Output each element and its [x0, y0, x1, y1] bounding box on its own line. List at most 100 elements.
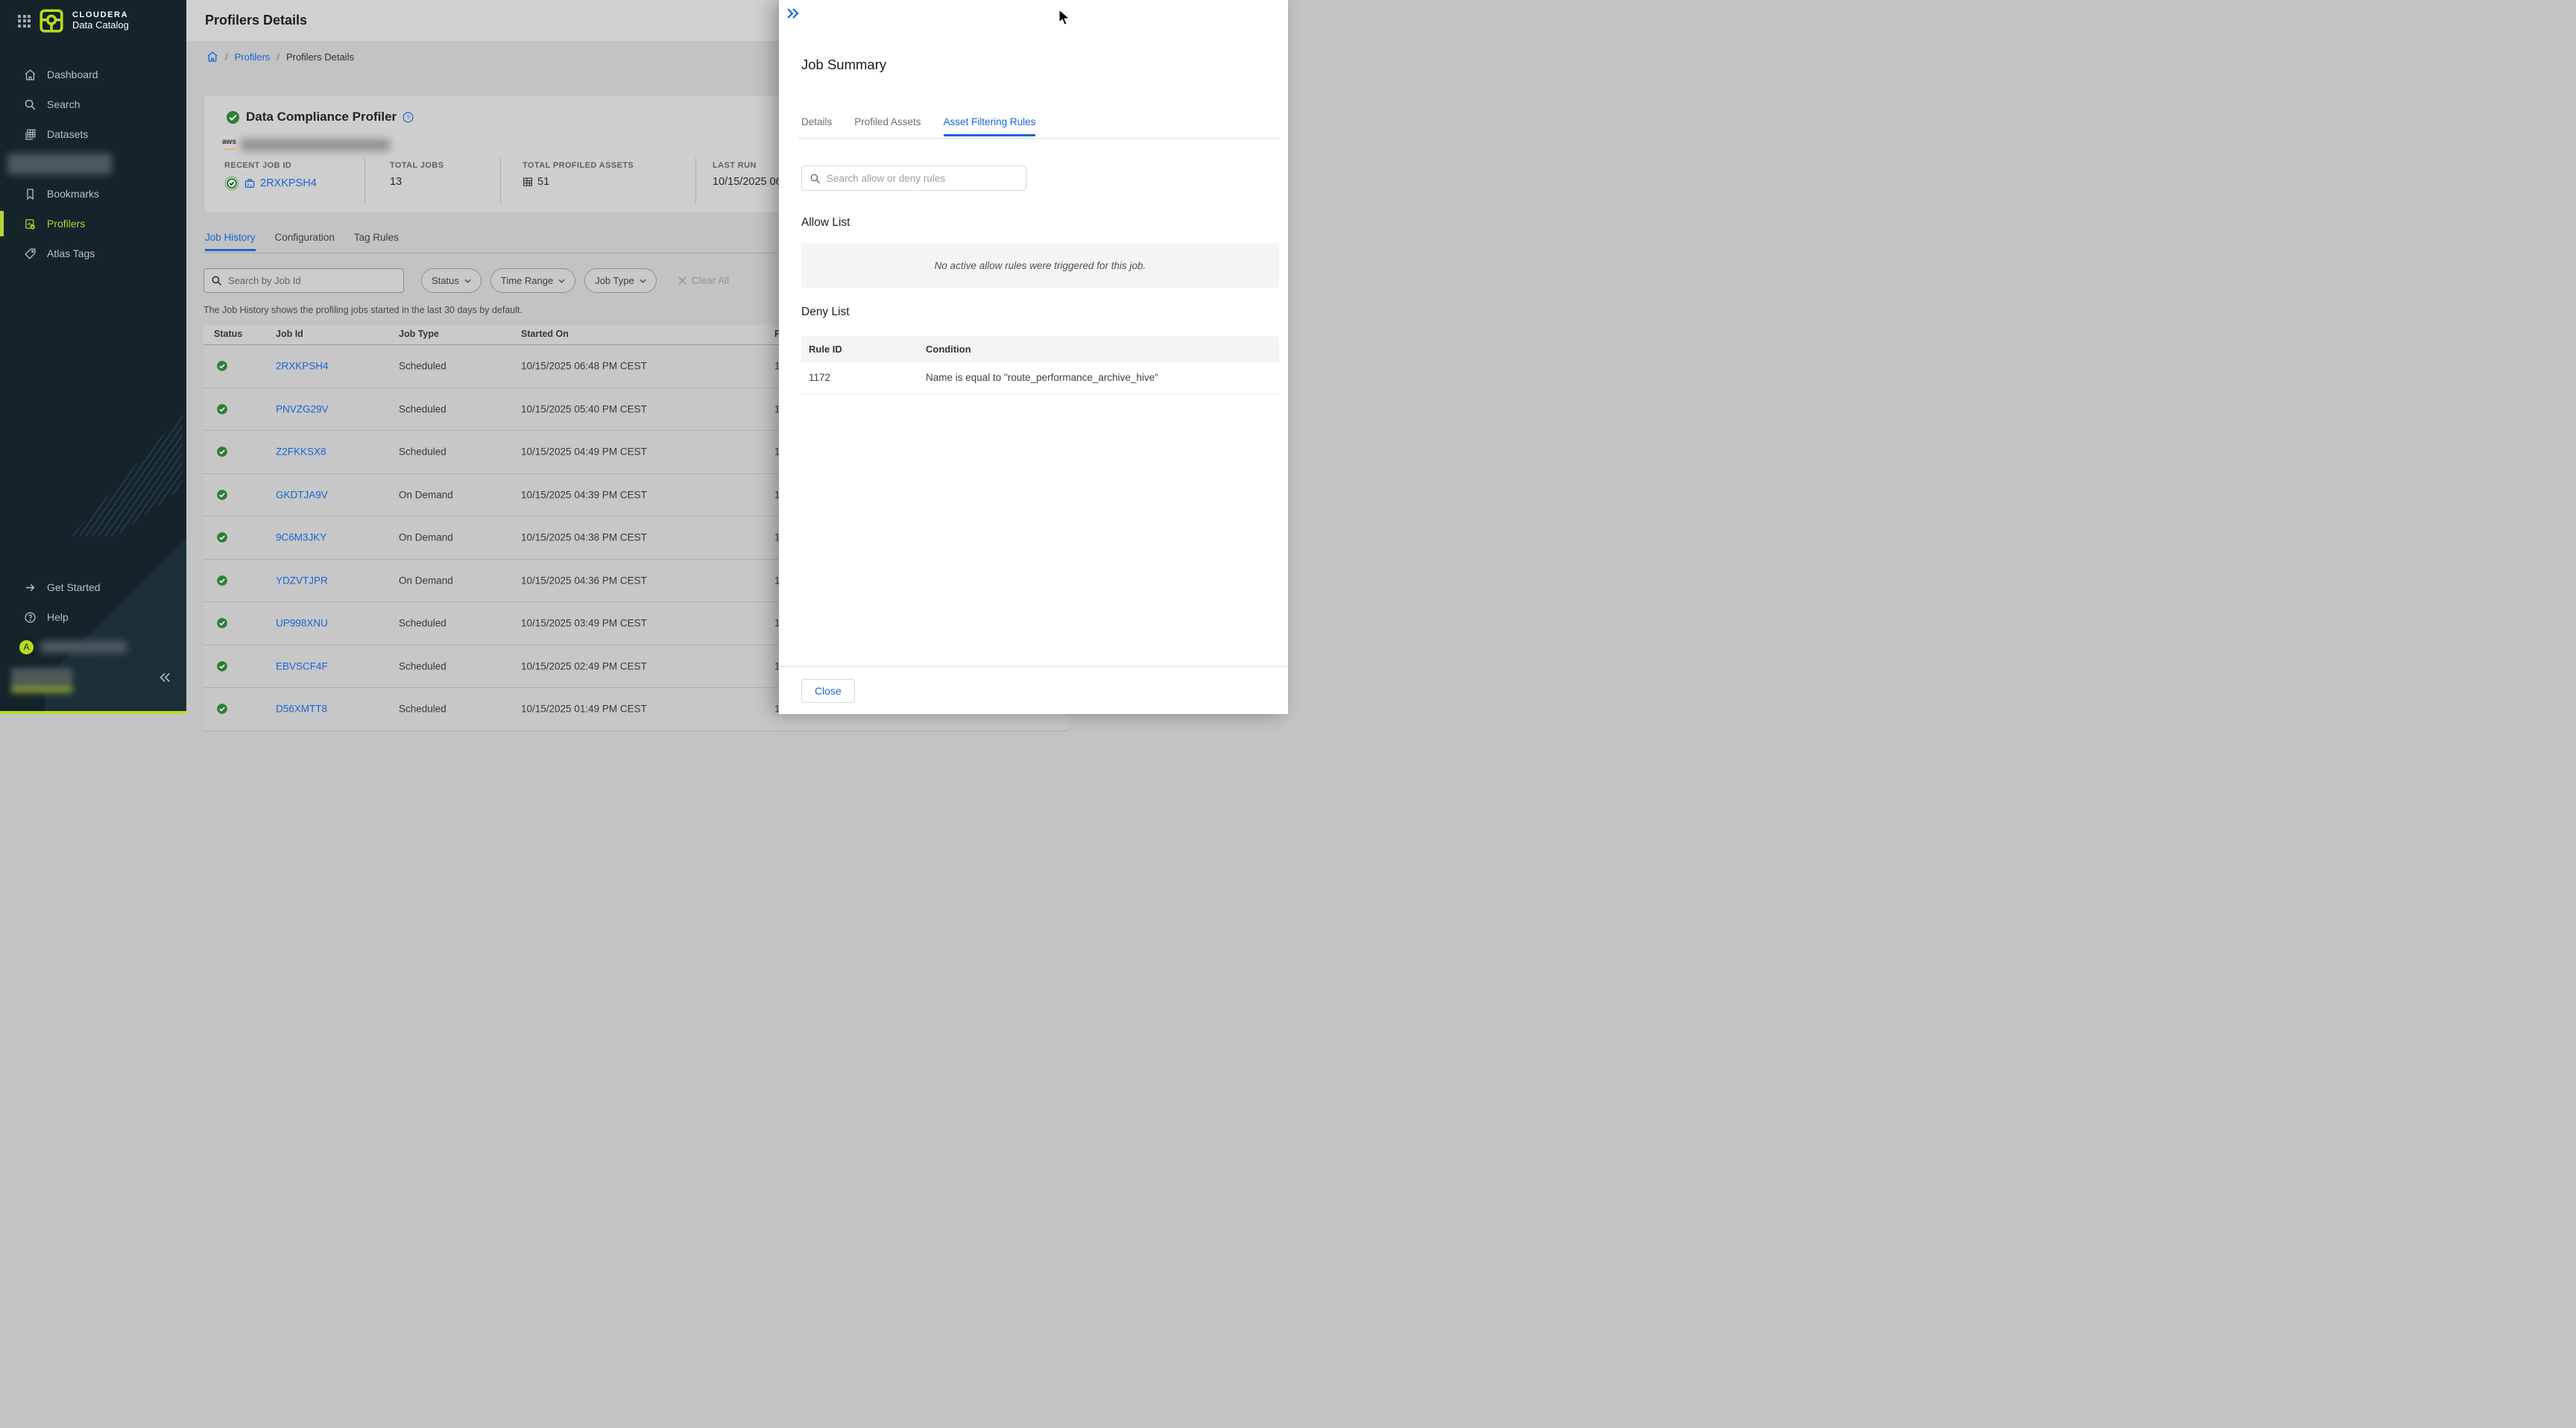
stat-value: 2RXKPSH4 [224, 176, 317, 191]
job-search-box[interactable] [203, 268, 404, 293]
filter-dropdown-status[interactable]: Status [421, 268, 482, 293]
tab-job-history[interactable]: Job History [205, 232, 256, 250]
stat-label: TOTAL JOBS [390, 161, 443, 170]
job-type-cell: On Demand [399, 532, 453, 543]
sidebar-item-datasets[interactable]: Datasets [0, 119, 186, 149]
avatar[interactable]: A [19, 640, 34, 654]
started-on-cell: 10/15/2025 06:48 PM CEST [521, 361, 647, 372]
sidebar-decoration-stripes [71, 414, 183, 537]
column-header-started-on: Started On [521, 329, 569, 339]
stat-label: TOTAL PROFILED ASSETS [523, 161, 634, 170]
app-switcher-icon[interactable] [18, 15, 31, 28]
clear-all-button[interactable]: Clear All [678, 275, 729, 286]
job-id-link[interactable]: D56XMTT8 [276, 704, 327, 715]
sidebar-item-search[interactable]: Search [0, 89, 186, 119]
rules-search-box[interactable] [801, 165, 1026, 191]
sidebar-item-profilers[interactable]: Profilers [0, 209, 186, 238]
filter-dropdown-label: Time Range [501, 275, 553, 286]
bookmark-icon [24, 188, 37, 200]
job-id-link[interactable]: GKDTJA9V [276, 489, 328, 500]
status-success-icon [214, 446, 228, 458]
started-on-cell: 10/15/2025 04:39 PM CEST [521, 489, 647, 500]
job-id-link[interactable]: 2RXKPSH4 [276, 361, 329, 372]
status-success-icon [214, 489, 228, 501]
profiler-icon [24, 218, 37, 230]
close-button[interactable]: Close [801, 679, 855, 703]
svg-text:?: ? [406, 114, 410, 121]
deny-list-table: Rule ID Condition 1172Name is equal to "… [801, 336, 1279, 394]
job-id-cell: D56XMTT8 [276, 704, 327, 715]
panel-tab-profiled-assets[interactable]: Profiled Assets [854, 116, 921, 136]
sidebar-bottom-redacted [11, 668, 72, 690]
sidebar-item-label: Profilers [47, 218, 85, 230]
status-success-icon [214, 703, 228, 715]
breadcrumb-link-profilers[interactable]: Profilers [235, 51, 271, 63]
brand-product: Data Catalog [72, 20, 129, 31]
profiler-title: Data Compliance Profiler [246, 110, 397, 124]
deny-col-condition: Condition [926, 344, 971, 355]
started-on-cell: 10/15/2025 03:49 PM CEST [521, 618, 647, 629]
sidebar-item-bookmarks[interactable]: Bookmarks [0, 179, 186, 209]
job-type-cell: Scheduled [399, 361, 446, 372]
sidebar-nav: DashboardSearchDatasets Bookmarks Profiler… [0, 60, 186, 268]
filter-dropdown-label: Status [432, 275, 459, 286]
panel-collapse-icon[interactable] [786, 6, 801, 21]
deny-rule-id: 1172 [809, 372, 830, 383]
job-id-link[interactable]: 9C6M3JKY [276, 532, 326, 543]
status-success-icon [214, 617, 228, 629]
sidebar-collapse-icon[interactable] [158, 671, 171, 684]
table-small-icon [523, 177, 533, 187]
breadcrumb-home-icon[interactable] [206, 51, 218, 63]
job-id-cell: UP998XNU [276, 618, 328, 629]
stat-value-text: 51 [537, 176, 549, 188]
stat-label: RECENT JOB ID [224, 161, 317, 170]
rules-search-input[interactable] [827, 173, 1018, 184]
panel-tab-asset-filtering-rules[interactable]: Asset Filtering Rules [944, 116, 1036, 136]
job-id-cell: Z2FKKSX8 [276, 446, 326, 458]
job-search-input[interactable] [228, 275, 397, 286]
filter-dropdown-job-type[interactable]: Job Type [584, 268, 657, 293]
sidebar-item-redacted[interactable] [0, 149, 186, 179]
sidebar-item-get-started[interactable]: Get Started [0, 572, 186, 602]
job-type-cell: Scheduled [399, 403, 446, 414]
brand-text: CLOUDERA Data Catalog [72, 10, 129, 31]
started-on-cell: 10/15/2025 05:40 PM CEST [521, 403, 647, 414]
sidebar-item-label: Atlas Tags [47, 247, 95, 259]
tag-icon [24, 247, 37, 260]
job-id-link[interactable]: UP998XNU [276, 618, 328, 629]
deny-rule-row: 1172Name is equal to "route_performance_… [801, 362, 1279, 394]
stat-value: 51 [523, 176, 634, 188]
panel-tabs-row: Details Profiled Assets Asset Filtering Ru… [798, 116, 1279, 139]
job-id-link[interactable]: Z2FKKSX8 [276, 446, 326, 458]
column-header-job-type: Job Type [399, 329, 439, 339]
page-title: Profilers Details [205, 13, 307, 28]
sidebar-item-atlas-tags[interactable]: Atlas Tags [0, 238, 186, 268]
status-success-icon [214, 403, 228, 415]
breadcrumb-separator: / [225, 51, 228, 63]
filter-dropdown-time-range[interactable]: Time Range [490, 268, 575, 293]
panel-tab-details[interactable]: Details [801, 116, 832, 136]
stat-divider [695, 158, 696, 204]
job-id-cell: PNVZG29V [276, 403, 329, 414]
status-success-icon [214, 660, 228, 672]
profiler-help-icon[interactable]: ? [402, 112, 414, 123]
job-id-link[interactable]: PNVZG29V [276, 403, 329, 414]
clear-icon [678, 277, 686, 285]
home-icon [24, 69, 37, 81]
job-filters: Status Time Range Job Type Clear All [203, 268, 729, 293]
sidebar-item-help[interactable]: Help [0, 602, 186, 632]
started-on-cell: 10/15/2025 02:49 PM CEST [521, 660, 647, 672]
user-menu[interactable]: A [0, 632, 186, 662]
recent-job-id-link[interactable]: 2RXKPSH4 [260, 177, 317, 189]
tab-tag-rules[interactable]: Tag Rules [354, 232, 399, 250]
tab-configuration[interactable]: Configuration [275, 232, 335, 250]
datasets-icon [24, 128, 37, 141]
allow-list-heading: Allow List [801, 216, 850, 230]
job-id-link[interactable]: YDZVTJPR [276, 575, 328, 586]
job-type-cell: Scheduled [399, 704, 446, 715]
deny-col-rule-id: Rule ID [809, 344, 842, 355]
job-type-cell: On Demand [399, 489, 453, 500]
sidebar-item-dashboard[interactable]: Dashboard [0, 60, 186, 89]
job-id-link[interactable]: EBVSCF4F [276, 660, 328, 672]
sidebar-header: CLOUDERA Data Catalog [0, 0, 186, 40]
